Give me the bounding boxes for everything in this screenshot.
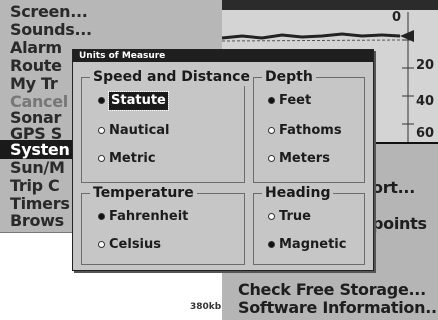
option-fathoms-label: Fathoms [279, 123, 342, 138]
radio-icon [98, 97, 105, 104]
radio-icon [98, 127, 105, 134]
option-feet-label: Feet [279, 93, 312, 108]
units-of-measure-dialog: Units of Measure Speed and Distance Stat… [72, 49, 374, 271]
speed-distance-group: Speed and Distance Statute Nautical Metr… [81, 68, 253, 183]
menu-item-trip-calculator[interactable]: Trip C [10, 176, 60, 195]
option-statute-label: Statute [108, 91, 169, 111]
option-true-label: True [279, 209, 311, 224]
depth-label-40: 40 [416, 94, 435, 109]
option-magnetic-label: Magnetic [279, 237, 347, 252]
depth-label-20: 20 [416, 58, 435, 73]
depth-label-0: 0 [392, 10, 402, 25]
temperature-group: Temperature Fahrenheit Celsius [81, 184, 245, 265]
dialog-title-bar: Units of Measure [73, 50, 373, 62]
submenu-item-software-information[interactable]: Software Information... [238, 298, 438, 317]
option-metric-label: Metric [109, 151, 156, 166]
option-celsius-label: Celsius [109, 237, 161, 252]
radio-icon [268, 241, 275, 248]
submenu-item-check-free-storage[interactable]: Check Free Storage... [238, 280, 426, 299]
radio-icon [98, 241, 105, 248]
radio-icon [268, 155, 275, 162]
menu-item-screen[interactable]: Screen... [10, 2, 88, 21]
depth-title: Depth [262, 68, 316, 86]
option-meters-label: Meters [279, 151, 330, 166]
option-celsius[interactable]: Celsius [98, 236, 218, 254]
temperature-title: Temperature [90, 184, 197, 202]
option-magnetic[interactable]: Magnetic [268, 236, 358, 254]
radio-icon [268, 127, 275, 134]
radio-icon [98, 213, 105, 220]
menu-item-sounds[interactable]: Sounds... [10, 20, 92, 39]
radio-icon [98, 155, 105, 162]
option-nautical-label: Nautical [109, 123, 170, 138]
menu-item-my-trails[interactable]: My Tr [10, 74, 58, 93]
option-nautical[interactable]: Nautical [98, 122, 198, 140]
speed-distance-title: Speed and Distance [90, 68, 253, 86]
menu-item-sun-moon[interactable]: Sun/M [10, 158, 65, 177]
dialog-title: Units of Measure [79, 51, 166, 61]
menu-item-browse[interactable]: Brows [10, 211, 64, 230]
option-metric[interactable]: Metric [98, 150, 198, 168]
depth-label-60: 60 [416, 126, 435, 141]
storage-tag: 380kb [190, 302, 222, 312]
option-feet[interactable]: Feet [268, 92, 358, 110]
option-fahrenheit-label: Fahrenheit [109, 209, 189, 224]
heading-group: Heading True Magnetic [253, 184, 365, 265]
option-fathoms[interactable]: Fathoms [268, 122, 358, 140]
submenu-item-export[interactable]: ort... [372, 178, 415, 197]
depth-group: Depth Feet Fathoms Meters [253, 68, 365, 183]
option-statute[interactable]: Statute [98, 91, 198, 111]
radio-icon [268, 97, 275, 104]
radio-icon [268, 213, 275, 220]
gps-screen: Screen... Sounds... Alarm Route My Tr Ca… [0, 0, 438, 320]
menu-item-route[interactable]: Route [10, 56, 62, 75]
option-meters[interactable]: Meters [268, 150, 358, 168]
menu-item-system-setup[interactable]: Systen [10, 140, 70, 159]
heading-title: Heading [262, 184, 334, 202]
submenu-item-waypoints[interactable]: points [372, 214, 427, 233]
menu-item-alarms[interactable]: Alarm [10, 38, 62, 57]
option-true[interactable]: True [268, 208, 358, 226]
option-fahrenheit[interactable]: Fahrenheit [98, 208, 218, 226]
